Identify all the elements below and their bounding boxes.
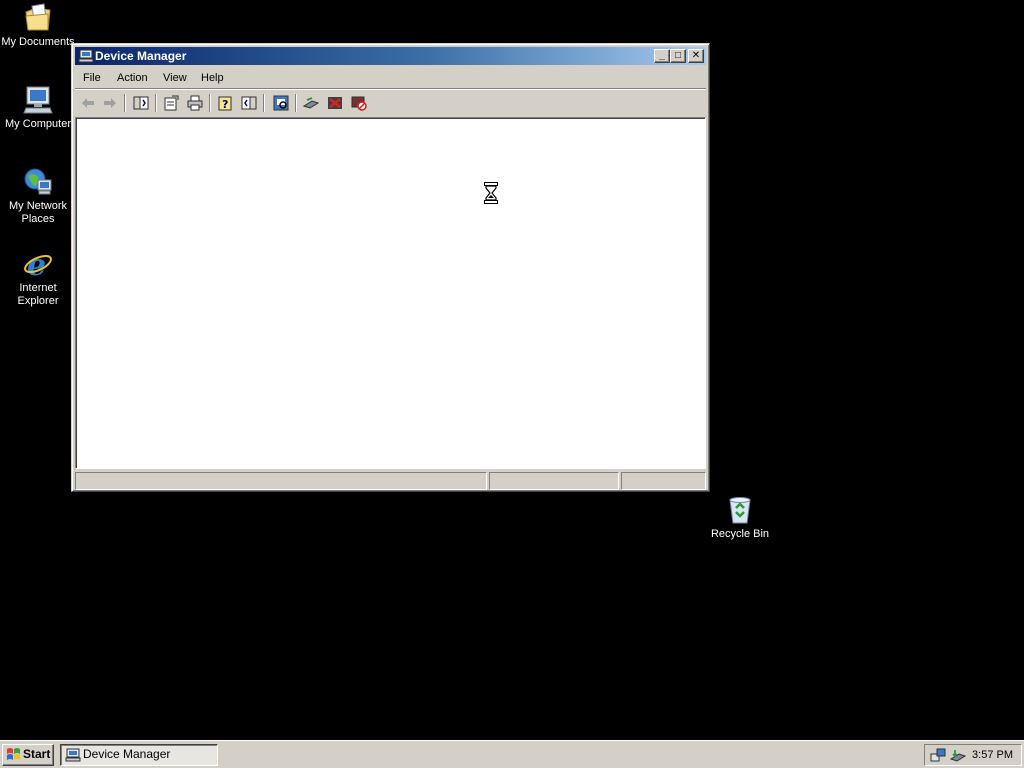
minimize-icon: _ [659,50,665,61]
back-button[interactable] [78,94,98,112]
close-icon: ✕ [691,50,701,61]
print-button[interactable] [185,94,205,112]
device-manager-icon [65,748,81,762]
desktop-icon-my-network-places[interactable]: My Network Places [0,166,76,226]
maximize-button[interactable]: □ [670,49,686,63]
forward-arrow-icon [104,98,116,108]
uninstall-icon [328,97,342,109]
toolbar-separator [124,94,126,112]
system-tray: 3:57 PM [924,744,1022,766]
properties-icon [164,95,179,111]
update-driver-icon [303,97,319,109]
taskbar-button-label: Device Manager [83,747,171,761]
back-arrow-icon [82,98,94,108]
help-icon: ? [218,96,232,111]
status-pane-right [621,472,706,490]
my-documents-icon [25,3,51,31]
hourglass-icon [484,182,498,204]
desktop-icon-internet-explorer[interactable]: e Internet Explorer [0,248,76,308]
device-manager-icon [78,49,94,63]
desktop-icon-my-documents[interactable]: My Documents [0,2,76,49]
help-button[interactable]: ? [215,94,235,112]
show-hide-console-tree-icon [133,96,149,110]
print-icon [187,95,203,111]
toolbar: ? [75,91,706,115]
desktop-icon-my-computer[interactable]: My Computer [0,84,76,131]
toolbar-separator [295,94,297,112]
window-title: Device Manager [95,49,187,63]
status-pane-main [75,472,487,490]
my-network-places-icon [24,168,52,195]
update-driver-button[interactable] [301,94,321,112]
toolbar-separator [155,94,157,112]
scan-hardware-changes-button[interactable] [271,94,291,112]
minimize-button[interactable]: _ [654,49,670,63]
menu-action[interactable]: Action [111,71,154,85]
svg-text:?: ? [222,98,228,111]
clock[interactable]: 3:57 PM [972,745,1013,765]
safely-remove-hardware-icon[interactable] [950,748,966,764]
taskbar: Start Device Manager 3:57 PM [0,740,1024,768]
start-button[interactable]: Start [2,744,54,766]
show-hide-console-tree-button[interactable] [131,94,151,112]
desktop-icon-label: Internet Explorer [17,282,59,307]
show-hide-action-pane-icon [241,96,257,110]
network-connection-icon[interactable] [930,748,946,764]
menu-view[interactable]: View [157,71,193,85]
menu-bar: File Action View Help [75,67,706,88]
scan-hardware-changes-icon [273,95,289,111]
toolbar-separator [263,94,265,112]
internet-explorer-icon: e [24,248,52,280]
svg-text:e: e [27,248,46,280]
title-bar[interactable]: Device Manager _ □ ✕ [75,47,706,65]
menu-help[interactable]: Help [195,71,230,85]
status-bar [75,472,706,490]
properties-button[interactable] [161,94,181,112]
toolbar-separator [209,94,211,112]
desktop: My Documents My Computer My Network Plac… [0,0,1024,740]
forward-button[interactable] [100,94,120,112]
menu-file[interactable]: File [77,71,107,85]
desktop-icon-label: My Documents [1,36,75,48]
windows-flag-icon [7,748,20,760]
disable-device-button[interactable] [349,94,369,112]
menu-toolbar-divider [75,88,706,90]
close-button[interactable]: ✕ [688,49,704,63]
disable-device-icon [351,96,367,111]
desktop-icon-label: My Network Places [8,200,68,225]
show-hide-action-pane-button[interactable] [239,94,259,112]
device-manager-window[interactable]: Device Manager _ □ ✕ File Action View He… [71,43,710,492]
status-pane-middle [489,472,619,490]
uninstall-button[interactable] [325,94,345,112]
desktop-icon-label: Recycle Bin [710,528,770,540]
start-label: Start [23,747,51,761]
device-tree-pane[interactable] [75,117,706,469]
desktop-icon-label: My Computer [4,118,72,130]
maximize-icon: □ [674,50,682,61]
taskbar-button-device-manager[interactable]: Device Manager [60,744,218,766]
recycle-bin-icon [729,497,751,524]
my-computer-icon [23,86,53,114]
desktop-icon-recycle-bin[interactable]: Recycle Bin [702,494,778,541]
